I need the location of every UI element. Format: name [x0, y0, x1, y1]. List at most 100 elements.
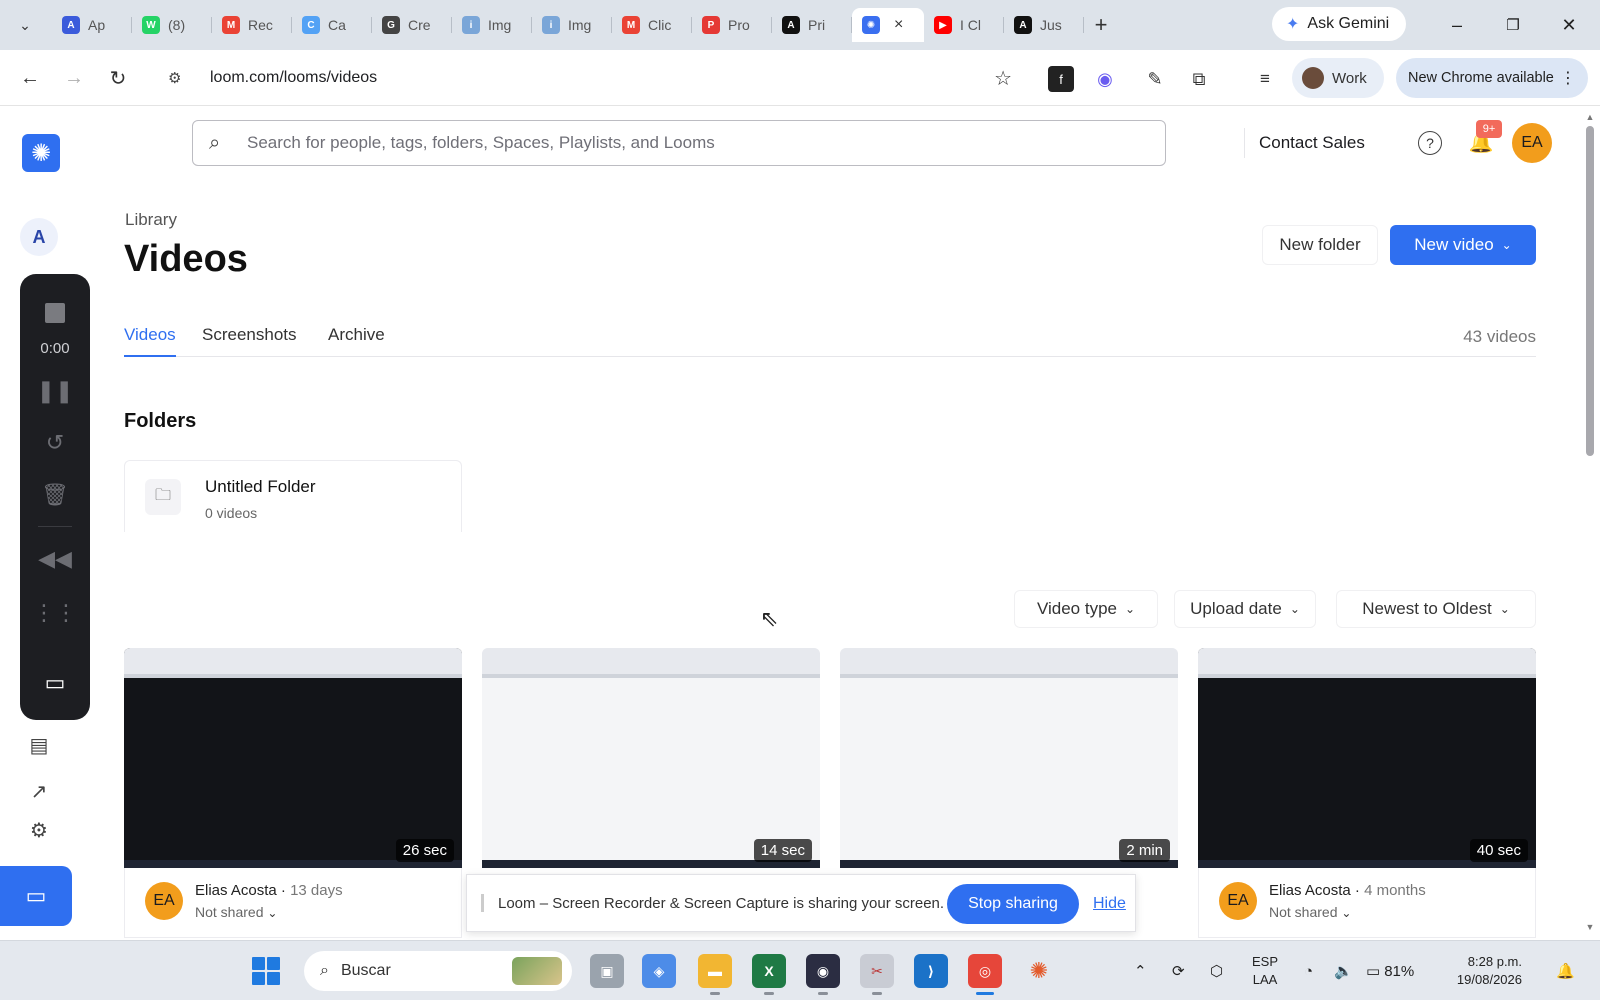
extensions-puzzle-icon[interactable]: ⧉	[1186, 66, 1212, 92]
search-input[interactable]: Search for people, tags, folders, Spaces…	[247, 133, 715, 153]
video-thumbnail[interactable]: 26 sec	[124, 648, 462, 868]
snipping-tool-icon[interactable]: ✂	[860, 954, 894, 995]
breadcrumb[interactable]: Library	[125, 210, 177, 230]
profile-button[interactable]: Work	[1292, 58, 1384, 98]
file-explorer-icon[interactable]: ▬	[698, 954, 732, 995]
library-icon[interactable]: ▤	[24, 730, 54, 760]
windows-start-icon[interactable]	[252, 957, 280, 985]
site-settings-icon[interactable]: ⚙	[168, 69, 192, 87]
video-thumbnail[interactable]: 14 sec	[482, 648, 820, 868]
workspace-avatar[interactable]: A	[20, 218, 58, 256]
address-bar[interactable]: ⚙ loom.com/looms/videos ☆	[160, 58, 1024, 98]
browser-tab[interactable]: G Cre	[372, 8, 452, 42]
taskbar-search[interactable]: ⌕ Buscar	[304, 951, 572, 991]
video-card[interactable]: 26 sec EA Elias Acosta · 13 days Not sha…	[124, 648, 462, 938]
app-icon[interactable]: ◉	[806, 954, 840, 995]
back-icon[interactable]: ←	[16, 64, 44, 92]
ask-gemini-button[interactable]: ✦ Ask Gemini	[1272, 7, 1406, 41]
wifi-icon[interactable]: ◔	[1304, 941, 1313, 1000]
new-video-button[interactable]: New video ⌄	[1390, 225, 1536, 265]
bookmark-star-icon[interactable]: ☆	[994, 66, 1012, 91]
restore-icon[interactable]: ❐	[1498, 10, 1528, 40]
reload-icon[interactable]: ↻	[104, 64, 132, 92]
tab-screenshots[interactable]: Screenshots	[202, 325, 297, 357]
chrome-update-button[interactable]: New Chrome available ⋮	[1396, 58, 1588, 98]
page-scrollbar[interactable]: ▲ ▼	[1584, 112, 1596, 934]
browser-tab[interactable]: C Ca	[292, 8, 372, 42]
excel-icon[interactable]: X	[752, 954, 786, 995]
close-tab-icon[interactable]: ×	[894, 16, 903, 34]
record-button[interactable]: ▭	[0, 866, 72, 926]
pause-icon[interactable]: ❚❚	[20, 374, 90, 408]
tab-search-icon[interactable]: ⌄	[12, 12, 38, 38]
insights-chart-icon[interactable]: ↗	[24, 776, 54, 806]
drag-handle-icon[interactable]	[481, 894, 484, 912]
language-indicator[interactable]: ESP LAA	[1252, 953, 1278, 989]
browser-tab-strip: ⌄ A Ap W (8) M Rec C Ca G Cre i Img i Img M Clic P Pro A Pr…	[0, 0, 1600, 50]
clock[interactable]: 8:28 p.m. 19/08/2026	[1456, 953, 1522, 989]
loom-logo-icon[interactable]: ✺	[22, 134, 60, 172]
browser-tab[interactable]: ▶ I Cl	[924, 8, 1004, 42]
vscode-icon[interactable]: ⟩	[914, 954, 948, 988]
browser-tab[interactable]: i Img	[532, 8, 612, 42]
browser-tab[interactable]: P Pro	[692, 8, 772, 42]
minimize-icon[interactable]: –	[1442, 10, 1472, 40]
forward-icon[interactable]: →	[60, 64, 88, 92]
new-folder-button[interactable]: New folder	[1262, 225, 1378, 265]
extension-tools-icon[interactable]: ✎	[1142, 66, 1168, 92]
browser-tab[interactable]: M Rec	[212, 8, 292, 42]
stop-recording-icon[interactable]	[20, 296, 90, 330]
contact-sales-button[interactable]: Contact Sales	[1244, 128, 1365, 158]
copilot-icon[interactable]: ◈	[642, 954, 676, 988]
upload-date-filter[interactable]: Upload date ⌄	[1174, 590, 1316, 628]
tab-favicon-icon: i	[462, 16, 480, 34]
extension-circle-icon[interactable]: ◉	[1092, 66, 1118, 92]
taskbar-search-label: Buscar	[340, 962, 391, 979]
task-view-icon[interactable]: ▣	[590, 954, 624, 988]
tab-videos[interactable]: Videos	[124, 325, 176, 357]
stop-sharing-button[interactable]: Stop sharing	[947, 884, 1079, 924]
browser-tab-active[interactable]: ✺ ×	[852, 8, 924, 42]
reading-list-icon[interactable]: ≡	[1252, 66, 1278, 92]
video-card[interactable]: 40 sec EA Elias Acosta · 4 months Not sh…	[1198, 648, 1536, 938]
chrome-icon[interactable]: ◎	[968, 954, 1002, 995]
scroll-down-icon[interactable]: ▼	[1584, 922, 1596, 932]
user-avatar[interactable]: EA	[1512, 123, 1552, 163]
url-text[interactable]: loom.com/looms/videos	[210, 69, 377, 87]
restart-icon[interactable]: ↺	[20, 426, 90, 460]
settings-icon[interactable]: ⚙	[24, 822, 54, 838]
folder-card[interactable]: 🗀 Untitled Folder 0 videos	[124, 460, 462, 532]
browser-tab[interactable]: W (8)	[132, 8, 212, 42]
battery-indicator[interactable]: ▭ 81%	[1366, 941, 1414, 1000]
video-thumbnail[interactable]: 40 sec	[1198, 648, 1536, 868]
camera-icon[interactable]: ▭	[20, 666, 90, 700]
sort-filter[interactable]: Newest to Oldest ⌄	[1336, 590, 1536, 628]
claude-icon[interactable]: ✺	[1022, 954, 1056, 988]
sharing-status-dropdown[interactable]: Not shared ⌄	[195, 904, 277, 920]
browser-tab[interactable]: A Ap	[52, 8, 132, 42]
sharing-status-dropdown[interactable]: Not shared ⌄	[1269, 904, 1351, 920]
browser-tab[interactable]: A Pri	[772, 8, 852, 42]
browser-tab[interactable]: A Jus	[1004, 8, 1084, 42]
tray-overflow-icon[interactable]: ⌃	[1134, 941, 1147, 1000]
video-thumbnail[interactable]: 2 min	[840, 648, 1178, 868]
hide-sharing-bar-link[interactable]: Hide	[1093, 895, 1126, 913]
extension-fx-icon[interactable]: f	[1048, 66, 1074, 92]
tab-archive[interactable]: Archive	[328, 325, 385, 357]
browser-tab[interactable]: M Clic	[612, 8, 692, 42]
search-bar[interactable]: ⌕ Search for people, tags, folders, Spac…	[192, 120, 1166, 166]
help-icon[interactable]: ?	[1418, 131, 1442, 155]
network-app-icon[interactable]: ⬡	[1210, 941, 1223, 1000]
delete-icon[interactable]: 🗑	[20, 478, 90, 512]
more-menu-icon[interactable]: ⋮	[1560, 68, 1576, 88]
scrollbar-thumb[interactable]	[1586, 126, 1594, 456]
notifications-icon[interactable]: 🔔	[1556, 941, 1575, 1000]
close-window-icon[interactable]: ✕	[1554, 10, 1584, 40]
scroll-up-icon[interactable]: ▲	[1584, 112, 1596, 122]
sync-icon[interactable]: ⟳	[1172, 941, 1185, 1000]
video-type-filter[interactable]: Video type ⌄	[1014, 590, 1158, 628]
browser-tab[interactable]: i Img	[452, 8, 532, 42]
volume-icon[interactable]: 🔈	[1334, 941, 1353, 1000]
new-tab-button[interactable]: +	[1084, 8, 1118, 42]
drawing-tool-icon[interactable]: ◀◀	[20, 542, 90, 576]
